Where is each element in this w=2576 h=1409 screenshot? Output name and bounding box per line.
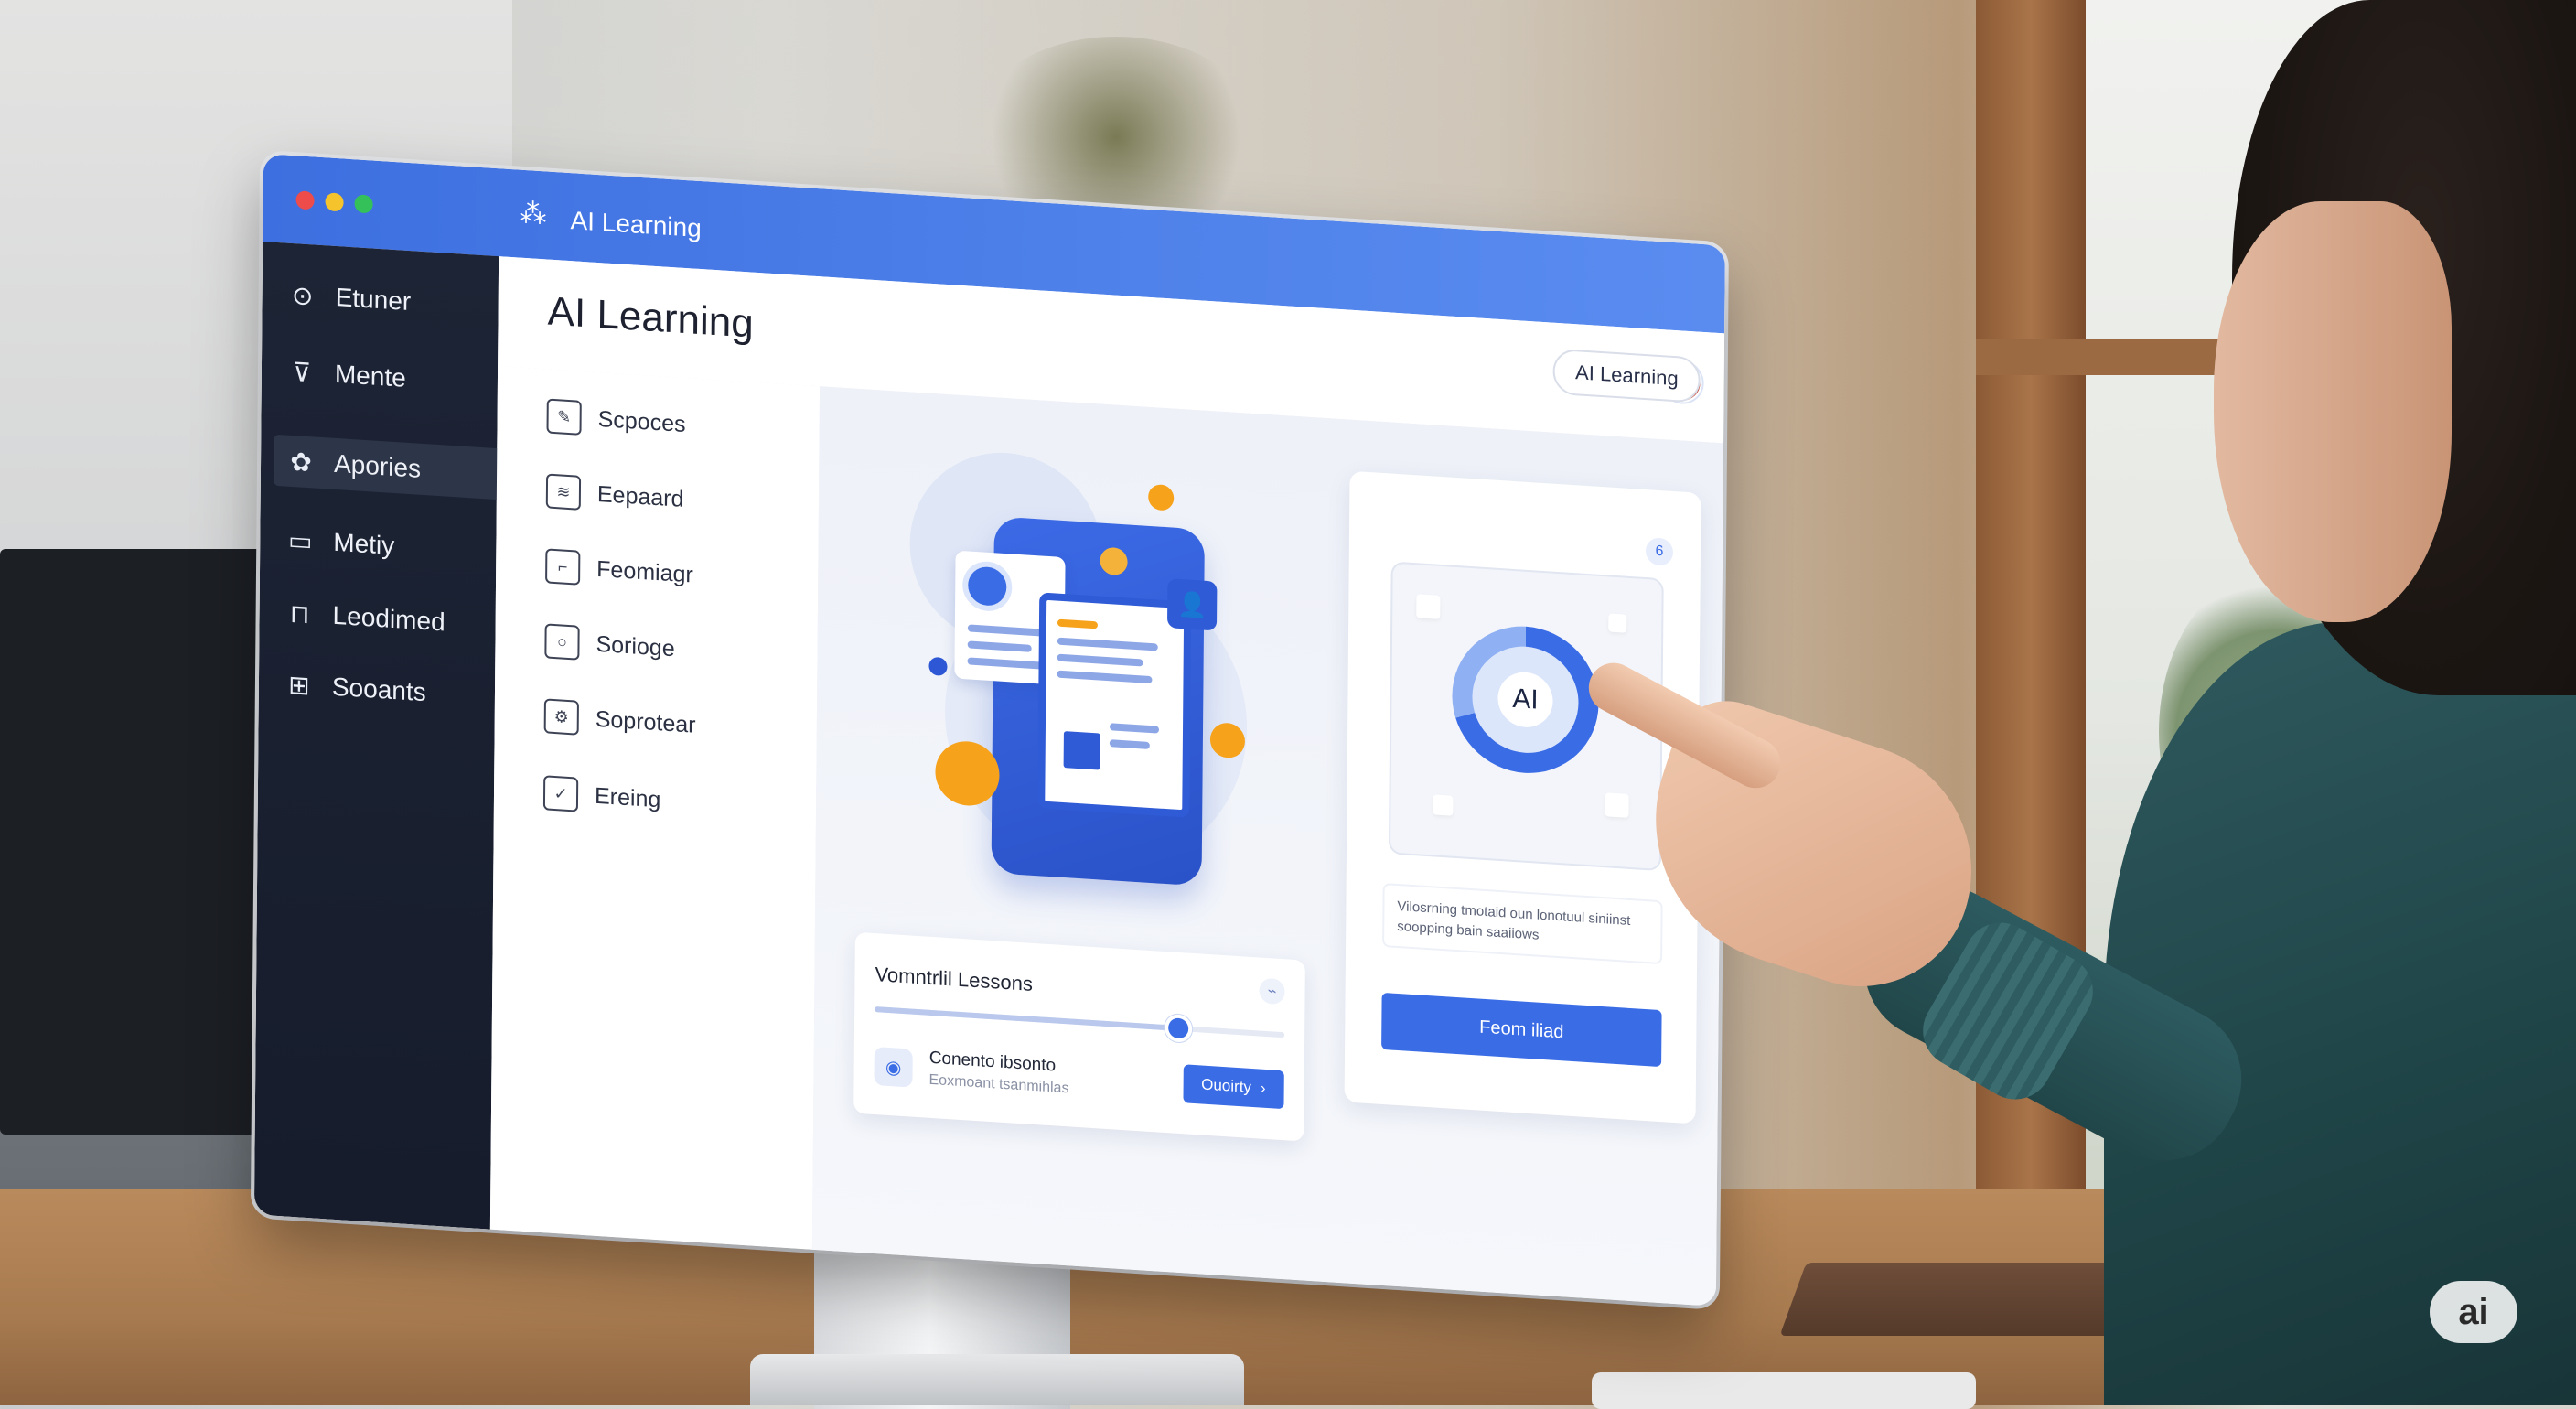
decor-square xyxy=(1433,794,1454,816)
text-line xyxy=(967,640,1032,652)
monitor-base xyxy=(750,1354,1244,1405)
ai-panel: 6 AI Vilosrning tmotaid oun lonotuul sin… xyxy=(1344,470,1701,1124)
decor-square xyxy=(1608,613,1627,633)
ai-core-label: AI xyxy=(1497,670,1553,729)
sidebar-item-label: Sooants xyxy=(331,672,426,707)
sidebar-item-label: Etuner xyxy=(335,282,412,317)
subnav-item-scpoces[interactable]: ✎ Scpoces xyxy=(546,398,686,442)
orange-dot xyxy=(1148,483,1175,511)
text-line xyxy=(1057,670,1153,684)
panel-badge[interactable]: 6 xyxy=(1645,537,1674,566)
slider-thumb[interactable] xyxy=(1167,1017,1188,1039)
decor-square xyxy=(1416,594,1441,619)
subnav-item-label: Eepaard xyxy=(596,480,684,512)
square-icon: ○ xyxy=(544,623,580,661)
ai-cta-button[interactable]: Feom iliad xyxy=(1381,992,1662,1068)
lesson-name: Conento ibsonto xyxy=(928,1048,1057,1076)
text-line xyxy=(1057,653,1143,667)
subnav-item-label: Feomiagr xyxy=(596,555,693,588)
sidebar-item-label: Leodimed xyxy=(332,600,445,637)
gift-icon: ⊞ xyxy=(288,670,310,700)
sidebar-item-leodimed[interactable]: ⊓ Leodimed xyxy=(283,586,475,650)
sidebar-item-sooants[interactable]: ⊞ Sooants xyxy=(283,658,475,721)
document-illustration xyxy=(1037,592,1192,818)
subnav-item-label: Soprotear xyxy=(595,705,696,738)
window-title: AI Learning xyxy=(570,206,702,243)
text-line xyxy=(1109,739,1150,749)
sidebar-item-apories[interactable]: ✿ Apories xyxy=(273,434,509,500)
puzzle-icon: ✿ xyxy=(290,446,312,477)
lesson-action-label: Ouoirty xyxy=(1201,1075,1252,1096)
link-icon[interactable]: ⌁ xyxy=(1259,977,1285,1006)
subnav-item-label: Sorioge xyxy=(596,630,675,661)
lesson-action-button[interactable]: Ouoirty › xyxy=(1182,1064,1284,1110)
chat-icon: ▭ xyxy=(287,525,313,555)
dropdown-circle-icon: ⊽ xyxy=(292,357,312,387)
checkbox-icon: ✓ xyxy=(542,775,579,812)
subnav-item-soprotear[interactable]: ⚙ Soprotear xyxy=(543,698,696,742)
clipboard-icon: ≋ xyxy=(545,473,582,511)
ai-learning-chip[interactable]: AI Learning xyxy=(1552,348,1701,403)
user-icon: 👤 xyxy=(1166,578,1218,631)
lesson-progress-slider[interactable] xyxy=(875,1006,1285,1039)
lock-icon: ⊓ xyxy=(289,598,310,629)
text-line xyxy=(1109,723,1160,734)
text-line xyxy=(967,624,1050,638)
pencil-doc-icon: ✎ xyxy=(546,398,582,436)
sidebar-item-label: Mente xyxy=(334,359,406,393)
sidebar-item-metiy[interactable]: ▭ Metiy xyxy=(284,513,476,576)
camera-icon: ◉ xyxy=(874,1047,913,1088)
main-content: AI Learning 👤 Vomntrlil Lessons ⌁ ◉ Cone… xyxy=(811,348,1724,1307)
person-face xyxy=(2214,201,2452,622)
progress-fill xyxy=(875,1006,1178,1031)
sidebar-item-mente[interactable]: ⊽ Mente xyxy=(285,346,478,409)
sub-navigation: ✎ Scpoces ≋ Eepaard ⌐ Feomiagr ○ Sorioge… xyxy=(489,366,822,1250)
text-line xyxy=(967,657,1045,670)
text-line xyxy=(1057,637,1158,651)
subnav-item-eepaard[interactable]: ≋ Eepaard xyxy=(545,473,684,516)
doc-icon: ⌐ xyxy=(545,548,581,586)
circle-dot-icon: ⊙ xyxy=(291,280,314,310)
lessons-card: Vomntrlil Lessons ⌁ ◉ Conento ibsonto Eo… xyxy=(853,931,1305,1142)
sidebar-item-label: Metiy xyxy=(333,527,395,561)
ai-description: Vilosrning tmotaid oun lonotuul siniinst… xyxy=(1382,882,1663,965)
subnav-item-sorioge[interactable]: ○ Sorioge xyxy=(544,623,675,666)
ring-inner: AI xyxy=(1471,643,1580,757)
sidebar-item-label: Apories xyxy=(333,448,422,483)
hero-illustration: 👤 xyxy=(907,446,1276,928)
sidebar: ⊙ Etuner ⊽ Mente ✿ Apories ▭ Metiy ⊓ Leo… xyxy=(253,241,509,1230)
gear-square-icon: ⚙ xyxy=(543,698,579,736)
maximize-window-button[interactable] xyxy=(354,194,373,214)
minimize-window-button[interactable] xyxy=(325,192,344,212)
keyboard xyxy=(1592,1372,1976,1409)
profile-circle-icon xyxy=(968,565,1007,608)
ai-ring-icon: AI xyxy=(1451,621,1600,778)
decor-square xyxy=(1605,792,1629,818)
monitor-screen: ⁂ AI Learning ⊙ Etuner ⊽ Mente ✿ Apories… xyxy=(253,154,1725,1307)
navy-dot xyxy=(928,656,948,677)
subnav-item-label: Ereing xyxy=(594,782,661,812)
text-line xyxy=(1057,618,1099,629)
subnav-item-ereing[interactable]: ✓ Ereing xyxy=(542,775,661,817)
lesson-row[interactable]: ◉ Conento ibsonto Eoxmoant tsanmihlas Ou… xyxy=(874,1039,1284,1120)
lessons-title: Vomntrlil Lessons xyxy=(875,963,1034,995)
close-window-button[interactable] xyxy=(295,190,315,210)
page-title: AI Learning xyxy=(547,288,754,347)
subnav-item-label: Scpoces xyxy=(597,405,686,437)
sparkle-icon: ⁂ xyxy=(519,198,547,231)
ai-watermark: ai xyxy=(2430,1281,2517,1343)
chevron-right-icon: › xyxy=(1260,1079,1266,1097)
subnav-item-feomiagr[interactable]: ⌐ Feomiagr xyxy=(545,548,693,592)
sidebar-item-etuner[interactable]: ⊙ Etuner xyxy=(285,269,478,332)
image-block-icon xyxy=(1063,731,1100,770)
